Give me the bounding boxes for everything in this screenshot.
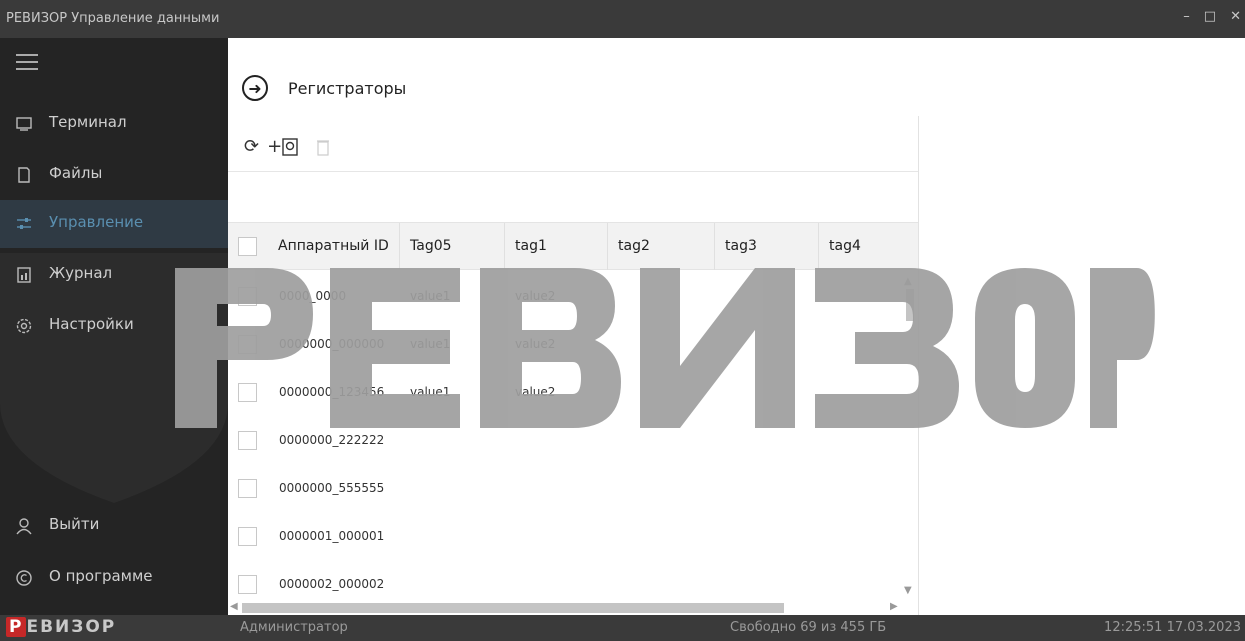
about-label: О программе <box>49 567 153 585</box>
page-title: Регистраторы <box>288 78 407 98</box>
cell-id: 0000000_222222 <box>279 433 385 447</box>
add-device-button[interactable]: + <box>267 136 298 157</box>
refresh-icon[interactable]: ⟳ <box>244 136 259 157</box>
row-checkbox[interactable] <box>238 431 257 450</box>
free-space: Свободно 69 из 455 ГБ <box>730 620 887 635</box>
journal-icon <box>17 267 31 283</box>
sidebar-item-label: Настройки <box>49 315 134 333</box>
sidebar: Терминал Файлы Управление Журнал Настрой… <box>0 38 228 615</box>
panel-divider <box>918 116 919 615</box>
scroll-left-icon[interactable]: ◀ <box>230 601 238 612</box>
app-logo: Р ЕВИЗОР <box>6 617 116 637</box>
row-checkbox[interactable] <box>238 479 257 498</box>
cell-tag05: value1 <box>410 289 451 303</box>
cell-id: 0000_0000 <box>279 289 347 303</box>
scroll-right-icon[interactable]: ▶ <box>890 601 898 612</box>
cell-id: 0000000_123456 <box>279 385 385 399</box>
row-checkbox[interactable] <box>238 575 257 594</box>
current-user: Администратор <box>240 620 348 635</box>
row-checkbox[interactable] <box>238 383 257 402</box>
row-checkbox[interactable] <box>238 527 257 546</box>
sidebar-item-label: Журнал <box>49 264 113 282</box>
arrow-right-icon[interactable]: ➜ <box>242 75 268 101</box>
copyright-icon <box>16 570 32 586</box>
cell-id: 0000000_555555 <box>279 481 385 495</box>
sidebar-item-label: Терминал <box>49 113 127 131</box>
window-title: РЕВИЗОР Управление данными <box>6 11 220 26</box>
cell-id: 0000000_000000 <box>279 337 385 351</box>
toolbar-divider <box>228 171 918 172</box>
cell-id: 0000001_000001 <box>279 529 385 543</box>
scroll-down-icon[interactable]: ▼ <box>904 585 912 596</box>
table-row[interactable]: 0000000_000000 value1 value2 <box>228 322 918 370</box>
datetime: 12:25:51 17.03.2023 <box>1104 620 1241 635</box>
select-all-checkbox[interactable] <box>238 237 257 256</box>
row-checkbox[interactable] <box>238 287 257 306</box>
column-header[interactable]: Tag05 <box>400 223 505 270</box>
menu-icon[interactable] <box>16 54 38 72</box>
title-bar: РЕВИЗОР Управление данными – □ ✕ <box>0 0 1245 38</box>
table-row[interactable]: 0000002_000002 <box>228 562 918 604</box>
sidebar-item-management[interactable]: Управление <box>0 200 228 248</box>
sidebar-item-settings[interactable]: Настройки <box>0 302 228 350</box>
file-icon <box>18 167 30 183</box>
add-label: + <box>267 136 283 157</box>
page-header: ➜ Регистраторы <box>242 75 406 101</box>
minimize-icon[interactable]: – <box>1183 9 1190 24</box>
registrators-table: Аппаратный ID Tag05 tag1 tag2 tag3 tag4 … <box>228 222 918 604</box>
logout-label: Выйти <box>49 515 100 533</box>
table-row[interactable]: 0000000_123456 value1 value2 <box>228 370 918 418</box>
horizontal-scrollbar[interactable]: ◀ ▶ <box>228 601 918 615</box>
add-device-icon <box>282 137 298 156</box>
column-header[interactable]: tag1 <box>505 223 608 270</box>
row-checkbox[interactable] <box>238 335 257 354</box>
table-row[interactable]: 0000000_555555 <box>228 466 918 514</box>
cell-tag1: value2 <box>515 337 556 351</box>
table-row[interactable]: 0000000_222222 <box>228 418 918 466</box>
cell-tag1: value2 <box>515 385 556 399</box>
cell-tag05: value1 <box>410 385 451 399</box>
cell-tag05: value1 <box>410 337 451 351</box>
logout-button[interactable]: Выйти <box>0 502 228 550</box>
sidebar-item-label: Управление <box>49 213 144 231</box>
column-header[interactable]: Аппаратный ID <box>268 223 400 270</box>
user-icon <box>16 518 32 535</box>
column-header[interactable]: tag3 <box>715 223 819 270</box>
window-controls: – □ ✕ <box>1183 9 1241 24</box>
sidebar-item-terminal[interactable]: Терминал <box>0 100 228 148</box>
cell-tag1: value2 <box>515 289 556 303</box>
trash-icon[interactable] <box>316 138 330 156</box>
column-header[interactable]: tag2 <box>608 223 715 270</box>
maximize-icon[interactable]: □ <box>1204 9 1216 24</box>
gear-icon <box>16 318 32 334</box>
table-row[interactable]: 0000_0000 value1 value2 <box>228 274 918 322</box>
main-content: ➜ Регистраторы ⟳ + Аппаратный ID Tag05 t… <box>228 38 1245 615</box>
vertical-scrollbar-thumb[interactable] <box>906 289 914 321</box>
table-header: Аппаратный ID Tag05 tag1 tag2 tag3 tag4 <box>228 222 918 270</box>
cell-id: 0000002_000002 <box>279 577 385 591</box>
toolbar: ⟳ + <box>244 136 330 157</box>
sidebar-item-files[interactable]: Файлы <box>0 151 228 199</box>
sidebar-item-label: Файлы <box>49 164 103 182</box>
scroll-up-icon[interactable]: ▲ <box>904 276 912 287</box>
sidebar-item-journal[interactable]: Журнал <box>0 251 228 299</box>
close-icon[interactable]: ✕ <box>1230 9 1241 24</box>
sliders-icon <box>17 218 31 229</box>
about-button[interactable]: О программе <box>0 554 228 602</box>
table-row[interactable]: 0000001_000001 <box>228 514 918 562</box>
column-header[interactable]: tag4 <box>819 223 918 270</box>
status-bar: Р ЕВИЗОР Администратор Свободно 69 из 455… <box>0 615 1245 641</box>
horizontal-scrollbar-thumb[interactable] <box>242 603 784 613</box>
terminal-icon <box>16 117 32 131</box>
